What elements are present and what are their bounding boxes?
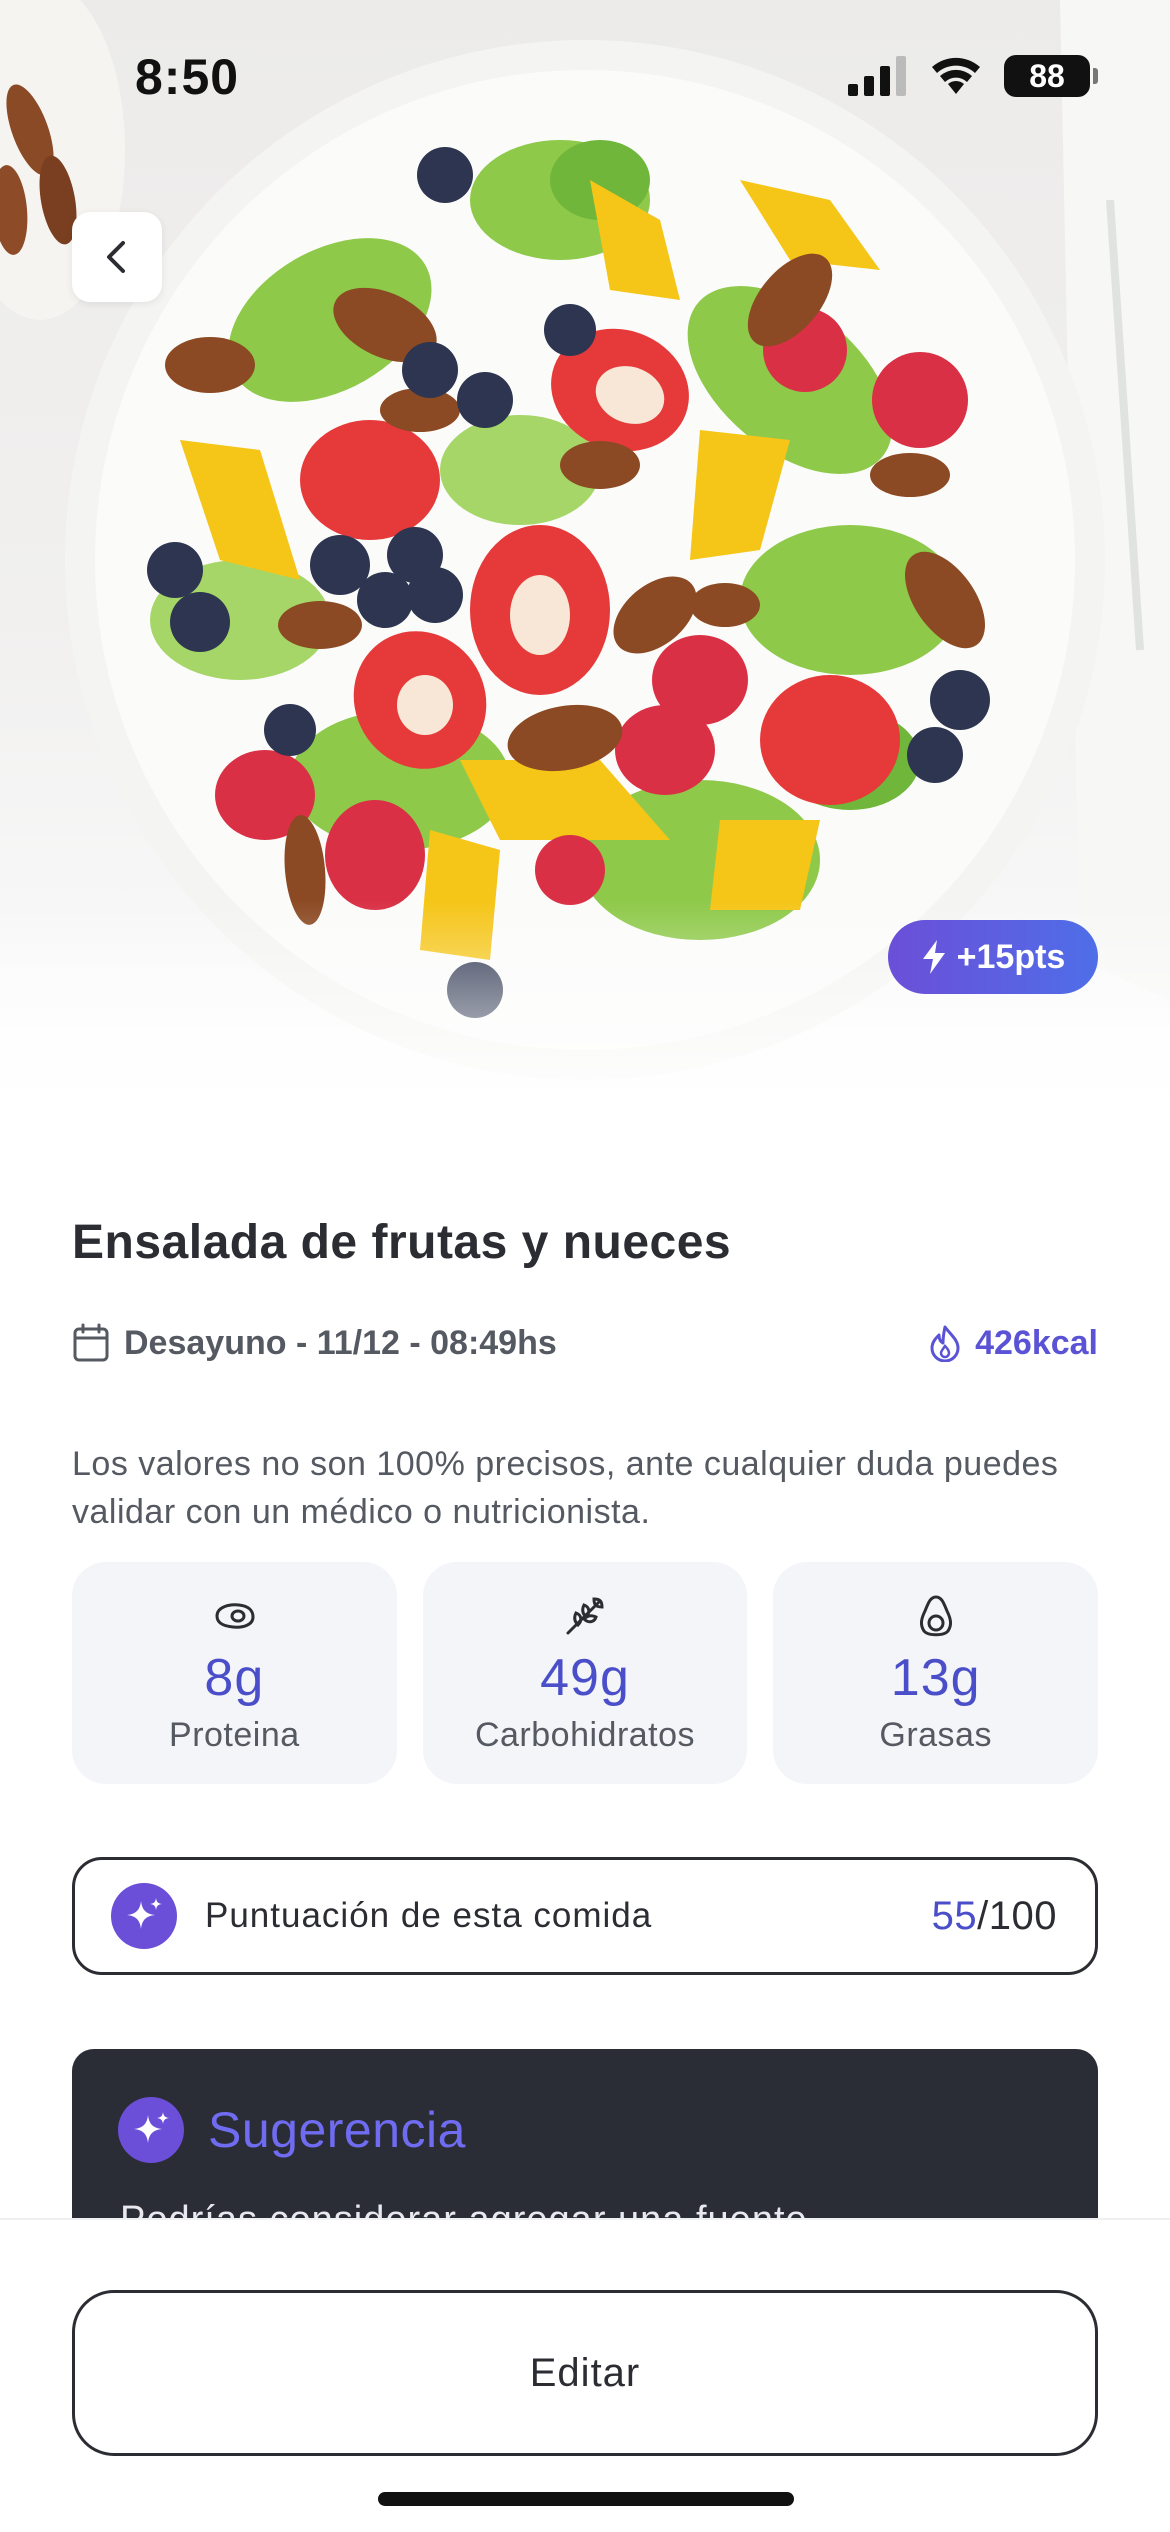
edit-button[interactable]: Editar [72,2290,1098,2456]
sparkles-icon [118,2097,184,2163]
avocado-icon [918,1592,954,1640]
points-badge-label: +15pts [956,937,1066,976]
calories-value: 426kcal [975,1323,1098,1362]
calendar-icon [73,1323,109,1362]
macro-card-fats: 13g Grasas [773,1562,1099,1784]
score-number: 55 [931,1893,978,1938]
score-label: Puntuación de esta comida [205,1896,653,1935]
suggestion-title: Sugerencia [208,2102,466,2158]
macro-label: Grasas [879,1716,992,1754]
home-indicator [378,2492,794,2506]
meal-time-info: Desayuno - 11/12 - 08:49hs [72,1323,557,1363]
sparkles-icon [111,1883,177,1949]
meal-meta-text: Desayuno - 11/12 - 08:49hs [124,1323,557,1362]
status-time: 8:50 [135,49,240,105]
meal-meta-row: Desayuno - 11/12 - 08:49hs 426kcal [72,1318,1098,1368]
macro-label: Proteina [169,1716,300,1754]
score-value: 55/100 [932,1894,1057,1939]
meat-icon [211,1592,257,1640]
macro-card-carbs: 49g Carbohidratos [422,1562,748,1784]
status-icons: 88 [848,55,1098,97]
macro-value: 8g [204,1649,265,1707]
suggestion-header: Sugerencia [118,2097,466,2163]
battery-indicator: 88 [1004,55,1098,97]
macro-value: 13g [890,1649,981,1707]
macro-card-protein: 8g Proteina [72,1562,397,1784]
macros-row: 8g Proteina 49g Carbohidratos 13g Grasas [72,1562,1099,1784]
macro-label: Carbohidratos [474,1716,696,1754]
points-badge: +15pts [888,920,1098,994]
back-button[interactable] [72,212,162,302]
meal-title: Ensalada de frutas y nueces [72,1216,732,1269]
macro-value: 49g [540,1649,630,1707]
lightning-icon [922,940,945,974]
accuracy-disclaimer: Los valores no son 100% precisos, ante c… [72,1445,1059,1531]
score-max: /100 [977,1893,1057,1938]
chevron-left-icon [107,241,125,273]
wifi-icon [932,57,980,94]
wheat-icon [564,1592,606,1640]
cellular-signal-icon [848,56,906,96]
meal-calories: 426kcal [929,1324,1098,1363]
flame-icon [930,1325,960,1362]
meal-score-row: Puntuación de esta comida 55/100 [72,1857,1098,1975]
